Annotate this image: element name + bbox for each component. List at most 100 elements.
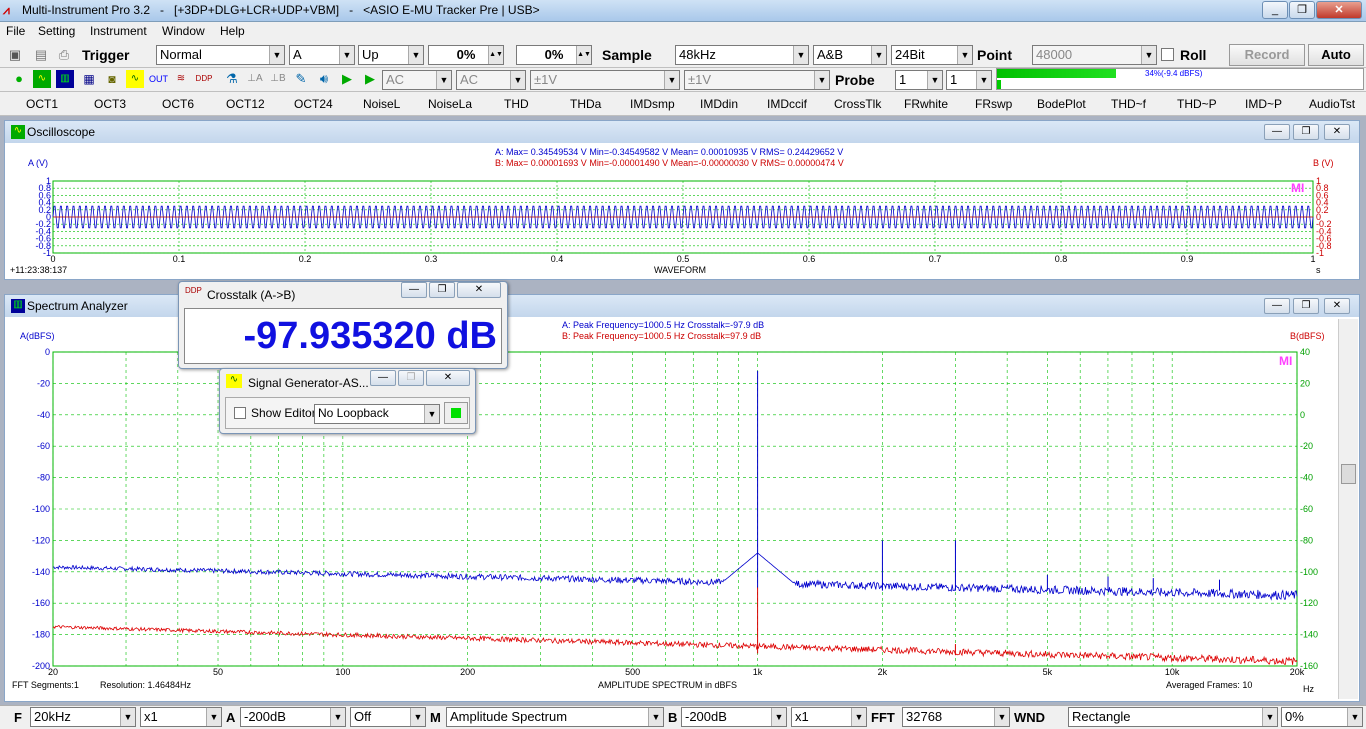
module-oct1[interactable]: OCT1	[26, 97, 58, 111]
loopback-select[interactable]: No Loopback ▼	[314, 404, 440, 424]
spectrum-restore-button[interactable]: ❐	[1293, 298, 1319, 314]
siggen-close-button[interactable]: ✕	[426, 370, 470, 386]
speaker-icon[interactable]: 🔊︎	[315, 70, 333, 88]
run-icon[interactable]: ●	[10, 70, 28, 88]
spectrum-icon[interactable]: ▥	[56, 70, 74, 88]
menu-setting[interactable]: Setting	[38, 24, 75, 38]
a-range-select[interactable]: -200dB ▼	[240, 707, 346, 727]
module-imddin[interactable]: IMDdin	[700, 97, 738, 111]
trigger-mode-select[interactable]: Normal ▼	[156, 45, 285, 65]
oscilloscope-minimize-button[interactable]: —	[1264, 124, 1290, 140]
window-function-select[interactable]: Rectangle ▼	[1068, 707, 1278, 727]
module-imdccif[interactable]: IMDccif	[767, 97, 807, 111]
siggen-minimize-button[interactable]: —	[370, 370, 396, 386]
crosstalk-restore-button[interactable]: ❐	[429, 282, 455, 298]
overlap-select[interactable]: 0% ▼	[1281, 707, 1363, 727]
f-range-select[interactable]: 20kHz ▼	[30, 707, 136, 727]
calibrate-icon[interactable]: ⚗	[223, 70, 241, 88]
crosstalk-close-button[interactable]: ✕	[457, 282, 501, 298]
module-thd-f[interactable]: THD~f	[1111, 97, 1146, 111]
window-title: Multi-Instrument Pro 3.2 - [+3DP+DLG+LCR…	[22, 3, 540, 17]
point-label: Point	[977, 47, 1012, 63]
show-editor-checkbox[interactable]	[234, 407, 246, 419]
module-bodeplot[interactable]: BodePlot	[1037, 97, 1086, 111]
close-button[interactable]: ✕	[1316, 1, 1362, 19]
a-mode-select[interactable]: Off ▼	[350, 707, 426, 727]
module-oct6[interactable]: OCT6	[162, 97, 194, 111]
range-b-select[interactable]: ±1V ▼	[684, 70, 830, 90]
trigger-channel-select[interactable]: A ▼	[289, 45, 355, 65]
print-icon[interactable]: ⎙	[55, 46, 73, 64]
range-a-select[interactable]: ±1V ▼	[530, 70, 680, 90]
calibrate-a-icon[interactable]: ⊥A	[246, 70, 264, 88]
dds-icon[interactable]: OUT	[149, 70, 168, 88]
play-once-icon[interactable]: ▶	[361, 70, 379, 88]
roll-checkbox[interactable]	[1161, 48, 1174, 61]
module-imd-p[interactable]: IMD~P	[1245, 97, 1282, 111]
scope-xtick: 0.9	[1181, 254, 1194, 264]
oscilloscope-restore-button[interactable]: ❐	[1293, 124, 1319, 140]
module-frswp[interactable]: FRswp	[975, 97, 1012, 111]
multimeter-icon[interactable]: ◙	[103, 70, 121, 88]
module-oct12[interactable]: OCT12	[226, 97, 265, 111]
f-zoom-select[interactable]: x1 ▼	[140, 707, 222, 727]
save-icon[interactable]: ▣	[6, 46, 24, 64]
bits-select[interactable]: 24Bit ▼	[891, 45, 973, 65]
record-button[interactable]: Record	[1229, 44, 1305, 66]
spectrum-scrollbar[interactable]	[1338, 319, 1358, 699]
module-frwhite[interactable]: FRwhite	[904, 97, 948, 111]
auto-button[interactable]: Auto	[1308, 44, 1364, 66]
spectrum-minimize-button[interactable]: —	[1264, 298, 1290, 314]
module-audiotst[interactable]: AudioTst	[1309, 97, 1355, 111]
chevron-down-icon: ▼	[957, 46, 972, 64]
spectrum-plot[interactable]: 0 40 -20 20 -40 0 -60 -20 -80 -40 -100 -60 -120 -80 -1…	[10, 345, 1330, 690]
m-mode-select[interactable]: Amplitude Spectrum ▼	[446, 707, 664, 727]
calibrate-b-icon[interactable]: ⊥B	[269, 70, 287, 88]
generator-icon[interactable]: ∿	[126, 70, 144, 88]
module-oct3[interactable]: OCT3	[94, 97, 126, 111]
tools-icon[interactable]: ✎	[292, 70, 310, 88]
sample-rate-select[interactable]: 48kHz ▼	[675, 45, 809, 65]
spectrum-close-button[interactable]: ✕	[1324, 298, 1350, 314]
oscilloscope-titlebar[interactable]: ∿ Oscilloscope — ❐ ✕	[5, 121, 1359, 143]
fft-size-select[interactable]: 32768 ▼	[902, 707, 1010, 727]
save-as-icon[interactable]: ▤	[32, 46, 50, 64]
module-noisela[interactable]: NoiseLa	[428, 97, 472, 111]
points-select[interactable]: 48000 ▼	[1032, 45, 1157, 65]
b-zoom-select[interactable]: x1 ▼	[791, 707, 867, 727]
module-thda[interactable]: THDa	[570, 97, 601, 111]
probe-a-select[interactable]: 1 ▼	[895, 70, 943, 90]
module-thd-p[interactable]: THD~P	[1177, 97, 1217, 111]
module-oct24[interactable]: OCT24	[294, 97, 333, 111]
wave-icon[interactable]: ≋	[172, 70, 190, 88]
crosstalk-minimize-button[interactable]: —	[401, 282, 427, 298]
menu-file[interactable]: File	[6, 24, 25, 38]
b-range-select[interactable]: -200dB ▼	[681, 707, 787, 727]
coupling-a-select[interactable]: AC ▼	[382, 70, 452, 90]
module-crosstlk[interactable]: CrossTlk	[834, 97, 881, 111]
coupling-b-select[interactable]: AC ▼	[456, 70, 526, 90]
siggen-run-button[interactable]	[444, 402, 468, 424]
menu-help[interactable]: Help	[220, 24, 245, 38]
channels-select[interactable]: A&B ▼	[813, 45, 887, 65]
oscilloscope-plot[interactable]: 1 10.8 0.80.6 0.60.4 0.40.2 0.20 0-0.2 -0.2-0.4…	[10, 175, 1350, 275]
probe-b-select[interactable]: 1 ▼	[946, 70, 992, 90]
oscilloscope-close-button[interactable]: ✕	[1324, 124, 1350, 140]
play-icon[interactable]: ▶	[338, 70, 356, 88]
oscilloscope-icon[interactable]: ∿	[33, 70, 51, 88]
spectroscope-icon[interactable]: ▦	[80, 70, 98, 88]
scroll-thumb[interactable]	[1341, 464, 1356, 484]
siggen-restore-button[interactable]: ❐	[398, 370, 424, 386]
menu-window[interactable]: Window	[162, 24, 205, 38]
module-thd[interactable]: THD	[504, 97, 529, 111]
trigger-edge-select[interactable]: Up ▼	[358, 45, 424, 65]
ddp-icon[interactable]: DDP	[195, 70, 213, 88]
scope-xtick: 1	[1310, 254, 1315, 264]
maximize-button[interactable]: ❐	[1289, 1, 1315, 19]
module-imdsmp[interactable]: IMDsmp	[630, 97, 675, 111]
trigger-delay-stepper[interactable]: 0% ▲▼	[516, 45, 592, 65]
menu-instrument[interactable]: Instrument	[90, 24, 147, 38]
module-noisel[interactable]: NoiseL	[363, 97, 400, 111]
minimize-button[interactable]: _	[1262, 1, 1288, 19]
trigger-level-stepper[interactable]: 0% ▲▼	[428, 45, 504, 65]
